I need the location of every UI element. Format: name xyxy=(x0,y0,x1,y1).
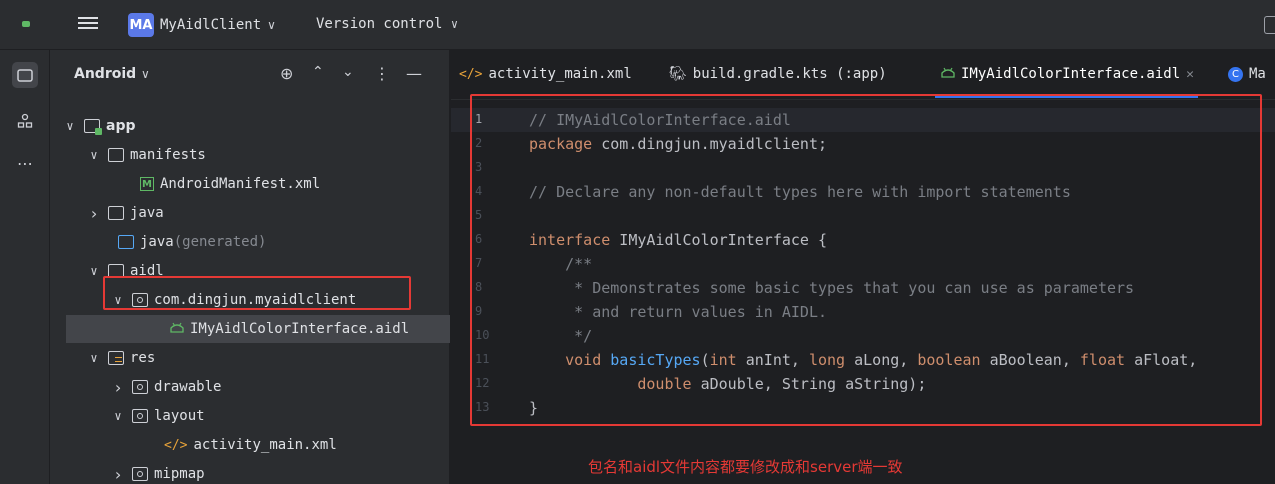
chevron-down-icon[interactable]: ∨ xyxy=(110,409,126,423)
structure-icon[interactable] xyxy=(12,108,38,134)
annotation-note: 包名和aidl文件内容都要修改成和server端一致 xyxy=(588,458,903,476)
tree-item-label: java xyxy=(130,205,164,221)
chevron-right-icon[interactable]: › xyxy=(86,204,102,223)
chevron-right-icon[interactable]: › xyxy=(110,465,126,484)
project-folder-icon[interactable] xyxy=(12,62,38,88)
chevron-down-icon[interactable]: ∨ xyxy=(62,119,78,133)
tab-label: IMyAidlColorInterface.aidl xyxy=(961,66,1181,82)
tool-window-stripe: ⋯ xyxy=(0,50,50,484)
resource-folder-icon xyxy=(108,351,124,365)
tab-label: activity_main.xml xyxy=(488,66,632,82)
run-status-icon xyxy=(22,21,30,27)
tree-item-label: drawable xyxy=(154,379,222,395)
android-icon xyxy=(170,321,184,337)
tree-item-label: IMyAidlColorInterface.aidl xyxy=(190,321,410,337)
tab-activity-main[interactable]: </> activity_main.xml xyxy=(459,66,632,82)
tab-build-gradle[interactable]: 🐘︎ build.gradle.kts (:app) xyxy=(669,66,887,82)
chevron-down-icon: ∨ xyxy=(450,17,459,31)
tab-label: Ma xyxy=(1249,66,1266,82)
class-icon: C xyxy=(1228,66,1243,82)
package-icon xyxy=(132,380,148,394)
window-icon[interactable] xyxy=(1264,16,1275,34)
tab-main-class[interactable]: C Ma xyxy=(1228,66,1266,82)
tab-label: build.gradle.kts (:app) xyxy=(692,66,887,82)
main-toolbar: MA MyAidlClient ∨ Version control ∨ xyxy=(0,0,1275,50)
vcs-label: Version control xyxy=(316,16,443,32)
project-panel-header: Android ∨ ⊕ ⌃ ⌄ ⋮ — xyxy=(50,50,450,100)
version-control-menu[interactable]: Version control ∨ xyxy=(316,16,458,32)
editor-tabs: </> activity_main.xml 🐘︎ build.gradle.kt… xyxy=(451,50,1275,100)
select-opened-file-icon[interactable]: ⊕ xyxy=(280,64,293,83)
package-highlight-box xyxy=(103,276,411,310)
tree-item-res[interactable]: ∨ res xyxy=(50,344,450,372)
package-icon xyxy=(132,409,148,423)
project-panel: Android ∨ ⊕ ⌃ ⌄ ⋮ — ∨ app ∨ manifests M … xyxy=(50,50,450,484)
tree-item-java[interactable]: › java xyxy=(50,199,450,227)
generated-folder-icon xyxy=(118,235,134,249)
project-switcher[interactable]: MA MyAidlClient ∨ xyxy=(128,13,276,37)
more-tools-icon[interactable]: ⋯ xyxy=(12,150,38,176)
tree-item-label: app xyxy=(106,118,136,134)
chevron-down-icon[interactable]: ∨ xyxy=(86,264,102,278)
package-icon xyxy=(132,467,148,481)
collapse-all-icon[interactable]: ⌄ xyxy=(342,64,354,80)
chevron-down-icon: ∨ xyxy=(267,18,276,32)
chevron-down-icon: ∨ xyxy=(141,67,150,81)
gradle-icon: 🐘︎ xyxy=(669,66,687,82)
tree-item-label: mipmap xyxy=(154,466,205,482)
tree-item-aidl-file[interactable]: IMyAidlColorInterface.aidl xyxy=(66,315,450,343)
chevron-down-icon[interactable]: ∨ xyxy=(86,148,102,162)
manifest-icon: M xyxy=(140,177,154,191)
tree-item-label: java xyxy=(140,234,174,250)
hide-panel-icon[interactable]: — xyxy=(406,64,422,83)
tree-item-label: activity_main.xml xyxy=(193,437,337,453)
tree-item-androidmanifest[interactable]: M AndroidManifest.xml xyxy=(50,170,450,198)
main-menu-button[interactable] xyxy=(78,14,98,34)
tree-item-mipmap[interactable]: › mipmap xyxy=(50,460,450,484)
tree-item-activity-main[interactable]: </> activity_main.xml xyxy=(50,431,450,459)
project-name: MyAidlClient xyxy=(160,17,262,33)
tree-item-suffix: (generated) xyxy=(173,234,267,250)
module-folder-icon xyxy=(84,119,102,135)
xml-icon: </> xyxy=(164,437,188,453)
tree-item-manifests[interactable]: ∨ manifests xyxy=(50,141,450,169)
project-badge: MA xyxy=(128,13,154,37)
expand-all-icon[interactable]: ⌃ xyxy=(312,64,324,80)
view-label: Android xyxy=(74,66,137,82)
chevron-down-icon[interactable]: ∨ xyxy=(86,351,102,365)
tab-aidl-file[interactable]: IMyAidlColorInterface.aidl ✕ xyxy=(935,66,1198,98)
tree-item-layout[interactable]: ∨ layout xyxy=(50,402,450,430)
close-icon[interactable]: ✕ xyxy=(1186,67,1194,82)
chevron-right-icon[interactable]: › xyxy=(110,378,126,397)
project-view-selector[interactable]: Android ∨ xyxy=(74,66,150,82)
android-icon xyxy=(941,66,955,82)
tree-item-java-generated[interactable]: java (generated) xyxy=(50,228,450,256)
tree-item-drawable[interactable]: › drawable xyxy=(50,373,450,401)
tree-item-label: AndroidManifest.xml xyxy=(160,176,321,192)
tree-item-app[interactable]: ∨ app xyxy=(50,112,450,140)
tree-item-label: layout xyxy=(154,408,205,424)
tree-item-label: res xyxy=(130,350,156,366)
xml-icon: </> xyxy=(459,66,483,82)
folder-icon xyxy=(108,148,124,162)
code-highlight-box xyxy=(470,94,1262,426)
folder-icon xyxy=(108,206,124,220)
tree-item-label: manifests xyxy=(130,147,206,163)
options-icon[interactable]: ⋮ xyxy=(374,64,390,83)
